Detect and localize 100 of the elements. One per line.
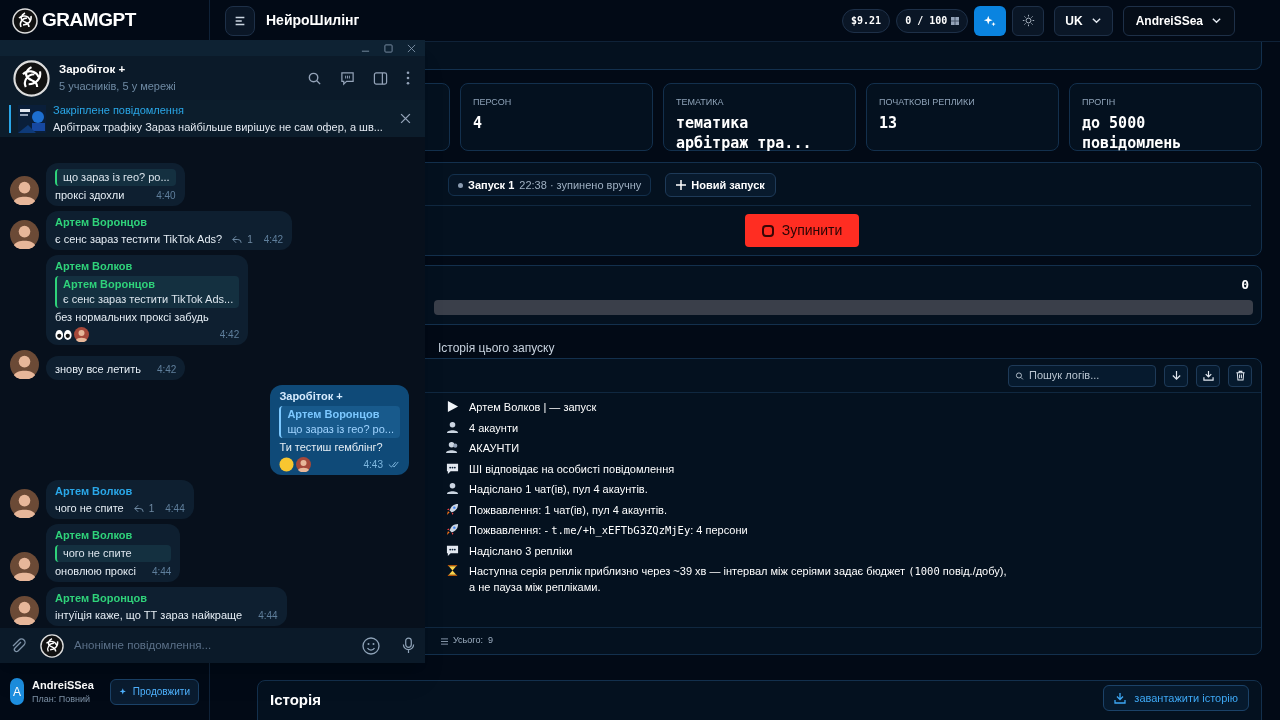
menu-button[interactable]: [225, 5, 255, 36]
pinned-text: Арбітраж трафіку Зараз найбільше вирішує не сам офер, а шв...: [53, 119, 384, 135]
chat-icon: [446, 543, 459, 557]
plus-icon: [676, 180, 687, 190]
stat-value: тематика арбітраж тра...: [676, 112, 813, 153]
search-icon[interactable]: [307, 70, 322, 86]
microphone-icon[interactable]: [402, 637, 415, 654]
message-composer[interactable]: Анонімне повідомлення...: [0, 628, 425, 663]
message-text: знову все летить: [55, 362, 141, 377]
close-icon[interactable]: [407, 43, 416, 53]
quote-text: що зараз із гео? ро...: [63, 170, 170, 185]
sparkle-icon: [983, 13, 998, 28]
close-icon[interactable]: [400, 113, 411, 124]
attach-icon[interactable]: [10, 637, 26, 654]
chat-icon[interactable]: [340, 70, 355, 86]
log-search-field[interactable]: Пошук логів...: [1008, 364, 1156, 387]
pinned-message-bar[interactable]: Закріплене повідомлення Арбітраж трафіку Зараз найбільше вирішує не сам офер, а шв...: [0, 100, 425, 137]
log-line: Пожвавлення: - t.me/+h_xEFTbG3ZQzMjEy: 4 персони: [469, 523, 748, 538]
message-time: 4:42: [156, 363, 177, 377]
download-icon: [1114, 692, 1127, 704]
stat-value: до 5000 повідомлень: [1082, 112, 1183, 153]
download-icon: [1202, 370, 1214, 381]
chat-title: Заробіток +: [59, 62, 127, 78]
rocket-icon: [446, 502, 459, 516]
avatar-icon: [296, 457, 312, 472]
stop-button[interactable]: Зупинити: [745, 214, 859, 247]
search-icon: [1015, 369, 1024, 382]
user-plan: План: Повний: [32, 693, 92, 706]
message-text: оновлюю проксі: [55, 564, 136, 579]
ai-button[interactable]: [974, 5, 1007, 36]
upgrade-button[interactable]: Продовжити: [109, 678, 199, 705]
log-line: АКАУНТИ: [469, 441, 520, 456]
message-text: інтуїція каже, що ТТ зараз найкраще: [55, 608, 243, 623]
message-input[interactable]: Анонімне повідомлення...: [74, 636, 352, 655]
message-text: Ти тестиш гемблінг?: [279, 440, 384, 455]
list-icon: [441, 637, 448, 645]
stat-label: ПЕРСОН: [473, 96, 513, 109]
message-time: 4:42: [263, 233, 284, 247]
sender-name: Артем Волков: [55, 484, 134, 499]
user-name: AndreiSSea: [32, 677, 94, 693]
app-logo-text: GRAMGPT: [42, 8, 136, 33]
stop-icon: [761, 224, 774, 237]
rocket-icon: [446, 523, 459, 536]
message-time: 4:44: [258, 609, 278, 623]
sender-name: Заробіток +: [279, 389, 344, 404]
log-line: 4 акаунти: [469, 420, 519, 436]
page-title: НейроШилінг: [266, 11, 360, 30]
message-text: чого не спите: [55, 501, 124, 516]
balance-badge: $9.21: [842, 8, 891, 33]
caret-icon: [1211, 15, 1222, 26]
user-icon: [446, 482, 459, 495]
download-history-button[interactable]: завантажити історію: [1103, 685, 1249, 711]
maximize-icon[interactable]: [384, 43, 393, 53]
sender-name: Артем Волков: [55, 259, 134, 274]
arrow-down-icon: [1170, 370, 1182, 381]
reply-icon[interactable]: [133, 504, 144, 513]
reply-count[interactable]: 1: [148, 501, 155, 516]
reply-icon[interactable]: [232, 235, 243, 244]
message-time: 4:40: [156, 189, 176, 203]
sender-name: Артем Воронцов: [55, 591, 149, 606]
new-run-button[interactable]: Новий запуск: [665, 173, 776, 197]
emoji-icon[interactable]: [362, 636, 380, 655]
user-avatar: A: [10, 678, 25, 705]
theme-button[interactable]: [1012, 5, 1045, 36]
message-text: без нормальних проксі забудь: [55, 310, 210, 325]
quote-text: чого не спите: [63, 546, 133, 561]
user-dropdown[interactable]: AndreiSSea: [1122, 5, 1235, 36]
message-text: проксі здохли: [55, 188, 125, 203]
language-dropdown[interactable]: UK: [1054, 5, 1113, 36]
log-line: Наступна серія реплік приблизно через ~39 хв — інтервал між серіями задає бюджет (1000 повід./добу), а не пауза між репліками.: [469, 564, 1007, 595]
quote-sender: Артем Воронцов: [63, 277, 157, 292]
delete-button[interactable]: [1228, 364, 1252, 387]
stat-label: ПРОГІН: [1082, 96, 1117, 109]
play-icon: [446, 400, 459, 413]
log-line: Надіслано 1 чат(ів), пул 4 акаунтів.: [469, 482, 648, 497]
message-time: 4:43: [363, 458, 383, 472]
eyes-icon: [55, 328, 72, 341]
run-chip[interactable]: Запуск 1 22:38 · зупинено вручну: [448, 174, 652, 196]
message-time: 4:44: [151, 565, 172, 579]
sun-icon: [1021, 14, 1035, 27]
search-input[interactable]: Пошук логів...: [1029, 367, 1149, 384]
log-line: Артем Волков | — запуск: [469, 400, 597, 415]
trash-icon: [1234, 370, 1246, 381]
stat-label: ПОЧАТКОВІ РЕПЛИКИ: [879, 96, 976, 109]
quota-badge: 0 / 100: [896, 8, 969, 33]
sidebar-icon[interactable]: [373, 70, 388, 86]
reply-count[interactable]: 1: [247, 232, 253, 247]
sender-name: Артем Волков: [55, 528, 134, 543]
message-time: 4:44: [165, 502, 185, 516]
user-icon: [446, 420, 459, 434]
hourglass-icon: [446, 564, 459, 577]
group-avatar-icon: [13, 59, 50, 97]
log-total: Усього: 9: [453, 634, 493, 648]
progress-count: 0: [1241, 276, 1249, 294]
message-time: 4:42: [219, 328, 240, 342]
more-icon[interactable]: [406, 71, 410, 85]
scroll-down-button[interactable]: [1164, 364, 1188, 387]
grid-icon: [951, 16, 960, 25]
download-button[interactable]: [1196, 364, 1220, 387]
logo-icon: [12, 7, 38, 34]
